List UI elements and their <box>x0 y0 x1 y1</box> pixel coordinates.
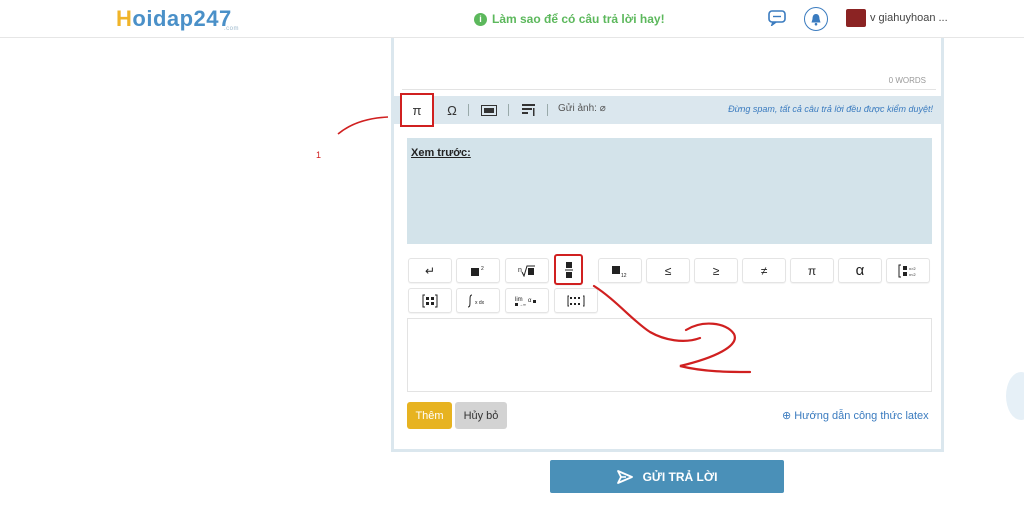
add-formula-button[interactable]: Thêm <box>407 402 452 429</box>
matrix-symbol-button[interactable] <box>408 288 452 313</box>
svg-text:12: 12 <box>621 273 627 277</box>
special-char-button[interactable]: Ω <box>442 100 462 120</box>
less-equal-symbol-button[interactable]: ≤ <box>646 258 690 283</box>
integral-symbol-button[interactable]: x dx <box>456 288 500 313</box>
format-align-icon[interactable] <box>518 100 538 120</box>
preview-label: Xem trước: <box>411 147 471 159</box>
newline-symbol-button[interactable]: ↵ <box>408 258 452 283</box>
tip-link[interactable]: i Làm sao để có câu trả lời hay! <box>474 12 665 26</box>
svg-text:x dx: x dx <box>475 300 485 306</box>
toolbar-divider <box>508 104 509 116</box>
cases-symbol-button[interactable]: x>2 x<2 <box>886 258 930 283</box>
greater-equal-symbol-button[interactable]: ≥ <box>694 258 738 283</box>
submit-answer-button[interactable]: GỬI TRẢ LỜI <box>550 460 784 493</box>
svg-text:x<2: x<2 <box>909 272 916 277</box>
top-navbar: Hoidap247 .com i Làm sao để có câu trả lờ… <box>0 0 1024 38</box>
floating-help-widget[interactable] <box>1006 372 1024 420</box>
annotation-arrow-1 <box>337 116 389 135</box>
avatar[interactable] <box>846 9 866 27</box>
word-count: 0 WORDS <box>888 76 926 85</box>
site-logo[interactable]: Hoidap247 .com <box>116 6 239 32</box>
pi-symbol-button[interactable]: π <box>790 258 834 283</box>
limit-symbol-button[interactable]: lim →∞ α <box>505 288 549 313</box>
fraction-symbol-button[interactable] <box>554 254 583 285</box>
grid-symbol-button[interactable] <box>554 288 598 313</box>
attach-image-button[interactable]: Gửi ảnh: ⌀ <box>558 103 606 114</box>
answer-editor-panel: 0 WORDS π Ω Gửi ảnh: ⌀ Đừng spam, tất cả… <box>391 38 944 452</box>
code-block-icon[interactable] <box>478 100 500 120</box>
toolbar-divider <box>468 104 469 116</box>
nth-root-symbol-button[interactable]: n <box>505 258 549 283</box>
cancel-formula-button[interactable]: Hủy bỏ <box>455 402 507 429</box>
subscript-symbol-button[interactable]: 12 <box>598 258 642 283</box>
answer-textarea[interactable]: 0 WORDS <box>402 38 936 90</box>
latex-help-label: Hướng dẫn công thức latex <box>794 409 929 422</box>
globe-icon: ⊕ <box>782 410 792 422</box>
svg-text:n: n <box>518 267 522 274</box>
notification-bell-icon[interactable] <box>804 7 828 31</box>
svg-text:x>2: x>2 <box>909 266 916 271</box>
latex-formula-input[interactable] <box>407 318 932 392</box>
latex-help-link[interactable]: ⊕ Hướng dẫn công thức latex <box>782 409 929 423</box>
not-equal-symbol-button[interactable]: ≠ <box>742 258 786 283</box>
editor-toolbar: π Ω Gửi ảnh: ⌀ Đừng spam, tất cả câu trả… <box>394 93 941 127</box>
paperclip-icon: ⌀ <box>599 103 606 114</box>
spam-notice: Đừng spam, tất cả câu trả lời đều được k… <box>728 104 933 114</box>
submit-answer-label: GỬI TRẢ LỜI <box>642 469 718 484</box>
annotation-label-1: 1 <box>316 150 322 160</box>
preview-box: Xem trước: <box>407 138 932 244</box>
send-icon <box>616 469 633 484</box>
tip-text: Làm sao để có câu trả lời hay! <box>492 12 665 26</box>
svg-text:α: α <box>528 298 532 304</box>
svg-text:→∞: →∞ <box>519 302 526 307</box>
svg-text:2: 2 <box>481 266 484 272</box>
alpha-symbol-button[interactable]: α <box>838 258 882 283</box>
superscript-symbol-button[interactable]: 2 <box>456 258 500 283</box>
username[interactable]: v giahuyhoan ... <box>870 12 948 24</box>
chat-icon[interactable] <box>768 10 786 26</box>
info-icon: i <box>474 12 487 26</box>
toolbar-divider <box>547 104 548 116</box>
math-pi-button[interactable]: π <box>400 93 434 127</box>
